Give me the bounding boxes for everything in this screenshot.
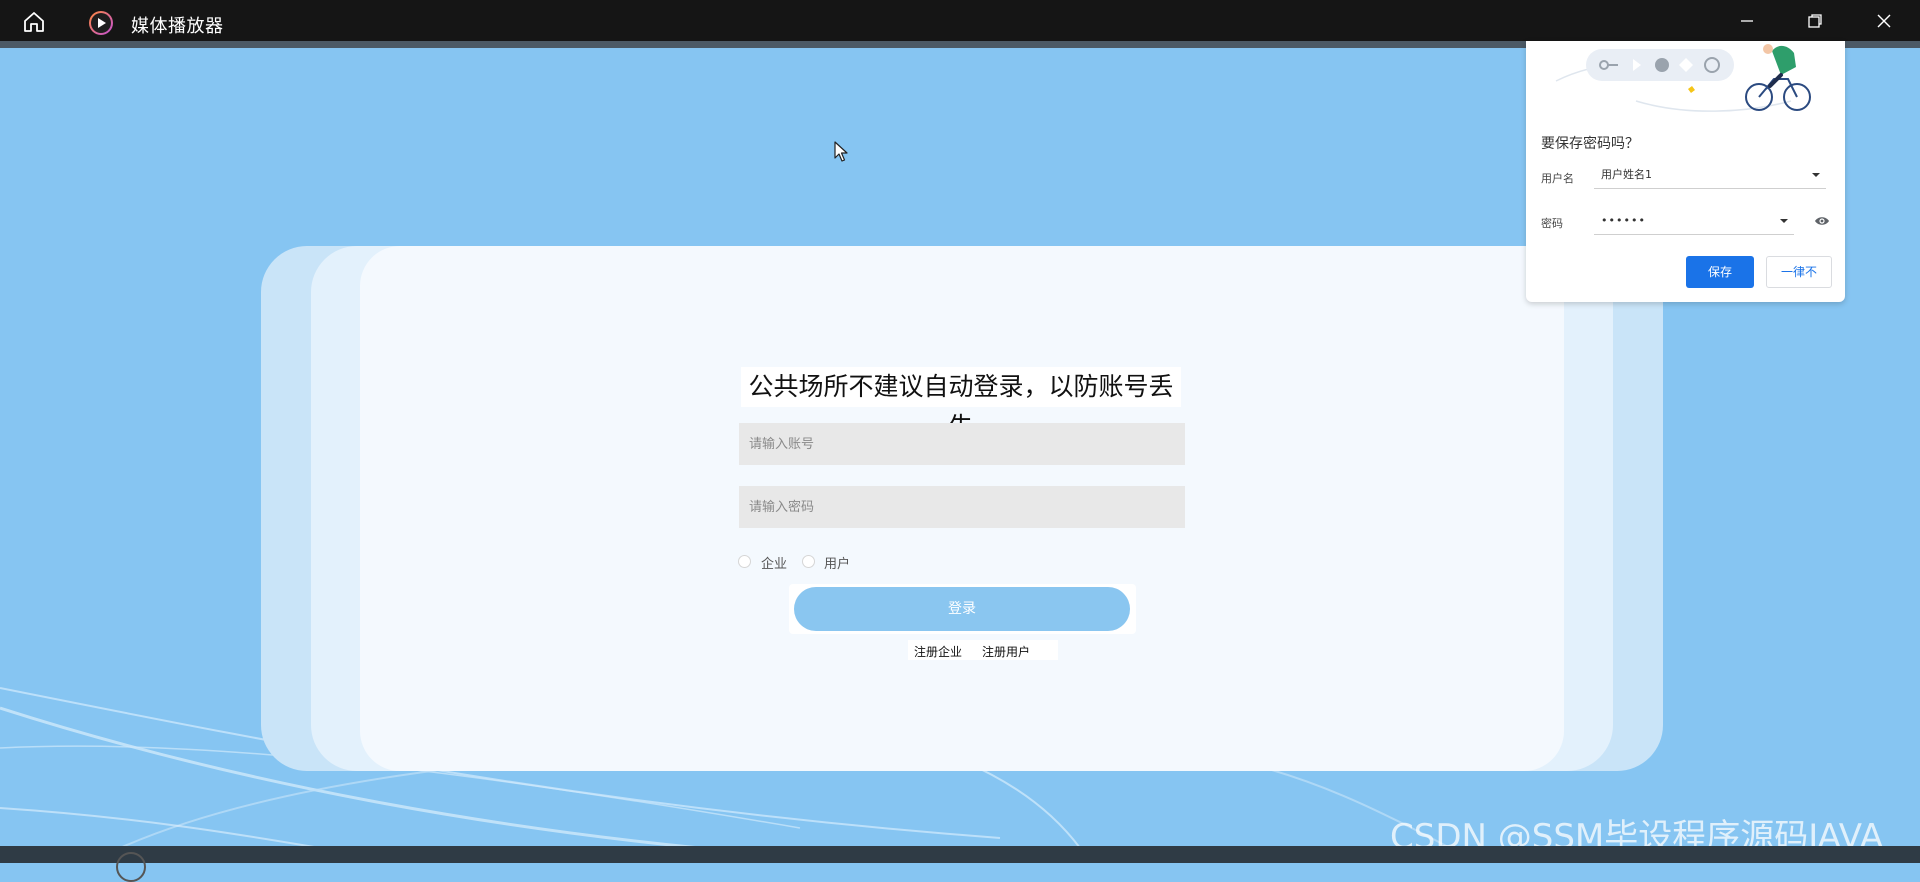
username-value: 用户姓名1 bbox=[1601, 168, 1652, 181]
restore-icon[interactable] bbox=[1804, 10, 1826, 32]
password-select[interactable]: •••••• bbox=[1594, 207, 1794, 235]
bottom-bar bbox=[0, 846, 1920, 863]
username-label: 用户名 bbox=[1541, 172, 1574, 185]
bottom-bar-button[interactable] bbox=[116, 852, 146, 882]
password-key-bicycle-illustration bbox=[1555, 44, 1811, 112]
media-player-icon bbox=[89, 11, 113, 35]
register-user-link[interactable]: 注册用户 bbox=[982, 643, 1030, 660]
radio-enterprise-label[interactable]: 企业 bbox=[761, 553, 787, 572]
chevron-down-icon bbox=[1812, 173, 1820, 177]
register-enterprise-link[interactable]: 注册企业 bbox=[914, 643, 962, 660]
account-input[interactable] bbox=[739, 423, 1185, 465]
password-label: 密码 bbox=[1541, 217, 1563, 230]
never-save-button[interactable]: 一律不 bbox=[1766, 256, 1832, 288]
password-value: •••••• bbox=[1601, 214, 1646, 227]
radio-user[interactable] bbox=[802, 555, 815, 568]
login-notice: 公共场所不建议自动登录，以防账号丢失 bbox=[741, 367, 1181, 441]
window-title: 媒体播放器 bbox=[131, 16, 224, 37]
window-titlebar: 媒体播放器 bbox=[0, 0, 1920, 48]
eye-icon[interactable] bbox=[1814, 215, 1830, 227]
chevron-down-icon bbox=[1780, 219, 1788, 223]
radio-user-label[interactable]: 用户 bbox=[824, 553, 850, 572]
save-password-button[interactable]: 保存 bbox=[1686, 256, 1754, 288]
minimize-icon[interactable] bbox=[1736, 10, 1758, 32]
username-select[interactable]: 用户姓名1 bbox=[1594, 161, 1826, 189]
home-icon[interactable] bbox=[22, 10, 46, 34]
radio-enterprise[interactable] bbox=[738, 555, 751, 568]
save-password-heading: 要保存密码吗？ bbox=[1541, 136, 1639, 152]
register-links: 注册企业 注册用户 bbox=[908, 640, 1058, 660]
mouse-cursor-icon bbox=[834, 141, 848, 162]
save-password-popup: 要保存密码吗？ 用户名 用户姓名1 密码 •••••• 保存 一律不 bbox=[1526, 41, 1845, 302]
close-icon[interactable] bbox=[1873, 10, 1895, 32]
login-button[interactable]: 登录 bbox=[794, 587, 1130, 631]
password-input[interactable] bbox=[739, 486, 1185, 528]
